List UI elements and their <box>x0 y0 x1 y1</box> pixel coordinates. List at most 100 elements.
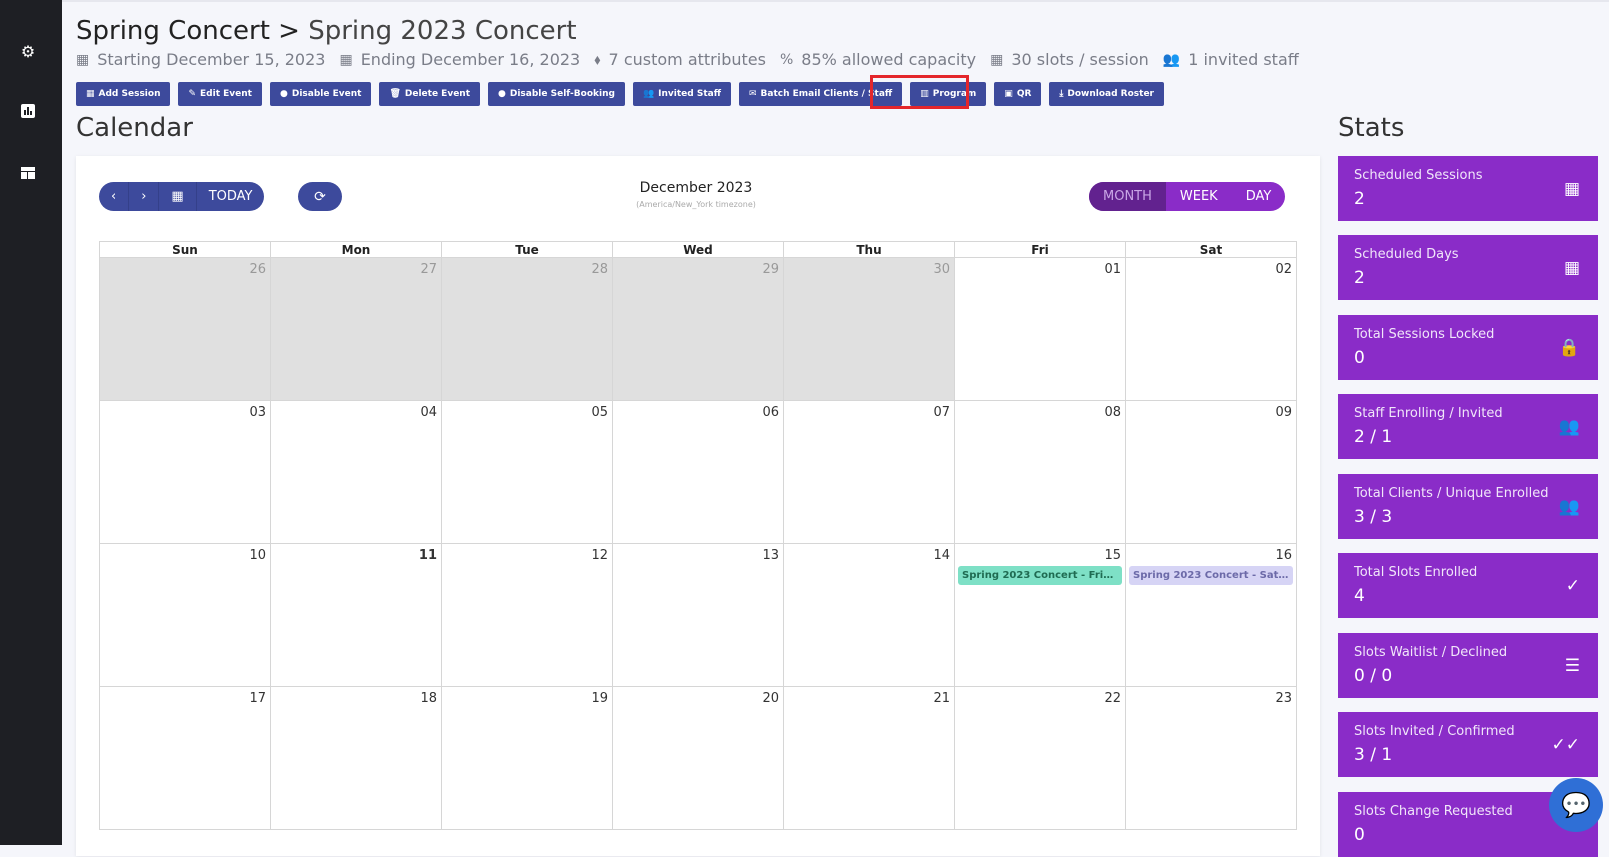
calendar-day[interactable]: 27 <box>271 258 442 401</box>
day-number: 30 <box>933 262 950 277</box>
calendar-day[interactable]: 20 <box>613 687 784 830</box>
dow-sat: Sat <box>1199 243 1223 257</box>
calendar-day[interactable]: 22 <box>955 687 1126 830</box>
calendar-grid: Sun Mon Tue Wed Thu Fri Sat 26 27 28 29 … <box>99 241 1297 830</box>
day-number: 02 <box>1275 262 1292 277</box>
calendar-icon: ▦ <box>76 51 90 68</box>
calendar-day[interactable]: 21 <box>784 687 955 830</box>
invited-staff-button[interactable]: 👥 Invited Staff <box>632 82 731 106</box>
dashboard-icon[interactable] <box>19 165 37 183</box>
calendar-day[interactable]: 29 <box>613 258 784 401</box>
calendar-day[interactable]: 12 <box>442 544 613 687</box>
qr-button[interactable]: ▣ QR <box>994 82 1042 106</box>
prev-month-button[interactable]: ‹ <box>99 182 130 211</box>
tags-icon: ⬧ <box>594 51 601 68</box>
calendar-day[interactable]: 28 <box>442 258 613 401</box>
calendar-day[interactable]: 03 <box>99 401 271 544</box>
main-content: Spring Concert > Spring 2023 Concert ▦ St… <box>76 0 1609 857</box>
custom-attributes: 7 custom attributes <box>608 50 766 69</box>
calendar-day[interactable]: 08 <box>955 401 1126 544</box>
add-session-label: Add Session <box>98 89 161 99</box>
day-number: 13 <box>762 548 779 563</box>
download-roster-button[interactable]: ⤓ Download Roster <box>1049 82 1164 106</box>
stat-label: Total Clients / Unique Enrolled <box>1354 486 1549 501</box>
edit-event-button[interactable]: ✎ Edit Event <box>178 82 262 106</box>
disable-event-button[interactable]: ● Disable Event <box>269 82 372 106</box>
week-view-button[interactable]: WEEK <box>1166 182 1232 211</box>
calendar-day[interactable]: 17 <box>99 687 271 830</box>
add-session-button[interactable]: ▦ Add Session <box>76 82 171 106</box>
calendar-card: ‹ › ▦ TODAY ⟳ December 2023 (America/New… <box>76 156 1320 856</box>
day-number: 15 <box>1104 548 1121 563</box>
calendar-day[interactable]: 30 <box>784 258 955 401</box>
stat-clients-enrolled: Total Clients / Unique Enrolled 3 / 3 👥 <box>1338 474 1598 539</box>
day-number: 06 <box>762 405 779 420</box>
month-view-button[interactable]: MONTH <box>1089 182 1166 211</box>
delete-event-button[interactable]: 🗑 Delete Event <box>379 82 481 106</box>
day-number: 07 <box>933 405 950 420</box>
stat-label: Staff Enrolling / Invited <box>1354 406 1503 421</box>
calendar-day[interactable]: 15 Spring 2023 Concert - Friday... <box>955 544 1126 687</box>
calendar-day[interactable]: 02 <box>1126 258 1297 401</box>
disable-self-booking-label: Disable Self-Booking <box>509 89 615 99</box>
dow-mon: Mon <box>271 242 442 257</box>
day-view-button[interactable]: DAY <box>1232 182 1286 211</box>
calendar-day[interactable]: 19 <box>442 687 613 830</box>
invited-staff-label: Invited Staff <box>658 89 721 99</box>
calendar-plus-icon: ▦ <box>86 89 95 99</box>
breadcrumb-separator: > <box>278 16 300 46</box>
chat-icon: 💬 <box>1561 791 1591 819</box>
stat-value: 0 / 0 <box>1354 666 1393 686</box>
calendar-day[interactable]: 06 <box>613 401 784 544</box>
chat-launcher-button[interactable]: 💬 <box>1549 778 1603 832</box>
disable-self-booking-button[interactable]: ● Disable Self-Booking <box>488 82 625 106</box>
day-number: 12 <box>591 548 608 563</box>
edit-icon: ✎ <box>188 89 197 99</box>
calendar-day[interactable]: 09 <box>1126 401 1297 544</box>
view-switcher: MONTH WEEK DAY <box>1089 182 1286 211</box>
calendar-day[interactable]: 13 <box>613 544 784 687</box>
date-picker-button[interactable]: ▦ <box>159 182 197 211</box>
dow-sun: Sun <box>100 242 271 257</box>
calendar-day-today[interactable]: 11 <box>271 544 442 687</box>
users-icon: 👥 <box>1162 51 1181 68</box>
gear-icon[interactable]: ⚙ <box>19 43 37 61</box>
timezone-label: (America/New_York timezone) <box>636 200 756 209</box>
stat-value: 2 <box>1354 268 1365 288</box>
page-title: Spring Concert > Spring 2023 Concert <box>76 16 577 46</box>
next-month-button[interactable]: › <box>129 182 160 211</box>
day-number: 22 <box>1104 691 1121 706</box>
calendar-day[interactable]: 04 <box>271 401 442 544</box>
calendar-day[interactable]: 10 <box>99 544 271 687</box>
stat-label: Scheduled Sessions <box>1354 168 1483 183</box>
day-number: 10 <box>249 548 266 563</box>
day-number: 03 <box>249 405 266 420</box>
envelope-icon: ✉ <box>749 89 757 99</box>
calendar-day[interactable]: 07 <box>784 401 955 544</box>
calendar-day[interactable]: 18 <box>271 687 442 830</box>
calendar-day[interactable]: 14 <box>784 544 955 687</box>
calendar-day[interactable]: 23 <box>1126 687 1297 830</box>
calendar-day[interactable]: 01 <box>955 258 1126 401</box>
event-saturday[interactable]: Spring 2023 Concert - Saturd... <box>1129 566 1293 585</box>
people-icon: 👥 <box>1558 497 1580 517</box>
stats-heading: Stats <box>1338 113 1405 143</box>
breadcrumb-parent[interactable]: Spring Concert <box>76 16 270 46</box>
calendar-day[interactable]: 16 Spring 2023 Concert - Saturd... <box>1126 544 1297 687</box>
calendar-week: 10 11 12 13 14 15 Spring 2023 Concert - … <box>99 544 1297 687</box>
day-number: 04 <box>420 405 437 420</box>
calendar-week: 03 04 05 06 07 08 09 <box>99 401 1297 544</box>
day-number: 18 <box>420 691 437 706</box>
calendar-icon: ▦ <box>1563 258 1580 278</box>
calendar-day[interactable]: 26 <box>99 258 271 401</box>
refresh-icon: ⟳ <box>314 188 326 205</box>
event-friday[interactable]: Spring 2023 Concert - Friday... <box>958 566 1122 585</box>
action-toolbar: ▦ Add Session ✎ Edit Event ● Disable Event … <box>76 82 1164 106</box>
stat-staff-enrolling: Staff Enrolling / Invited 2 / 1 👥 <box>1338 394 1598 459</box>
today-button[interactable]: TODAY <box>197 182 265 211</box>
refresh-button[interactable]: ⟳ <box>298 182 342 211</box>
program-highlight-box <box>870 75 969 109</box>
calendar-day[interactable]: 05 <box>442 401 613 544</box>
stat-label: Slots Change Requested <box>1354 804 1513 819</box>
chart-icon[interactable] <box>19 104 37 122</box>
